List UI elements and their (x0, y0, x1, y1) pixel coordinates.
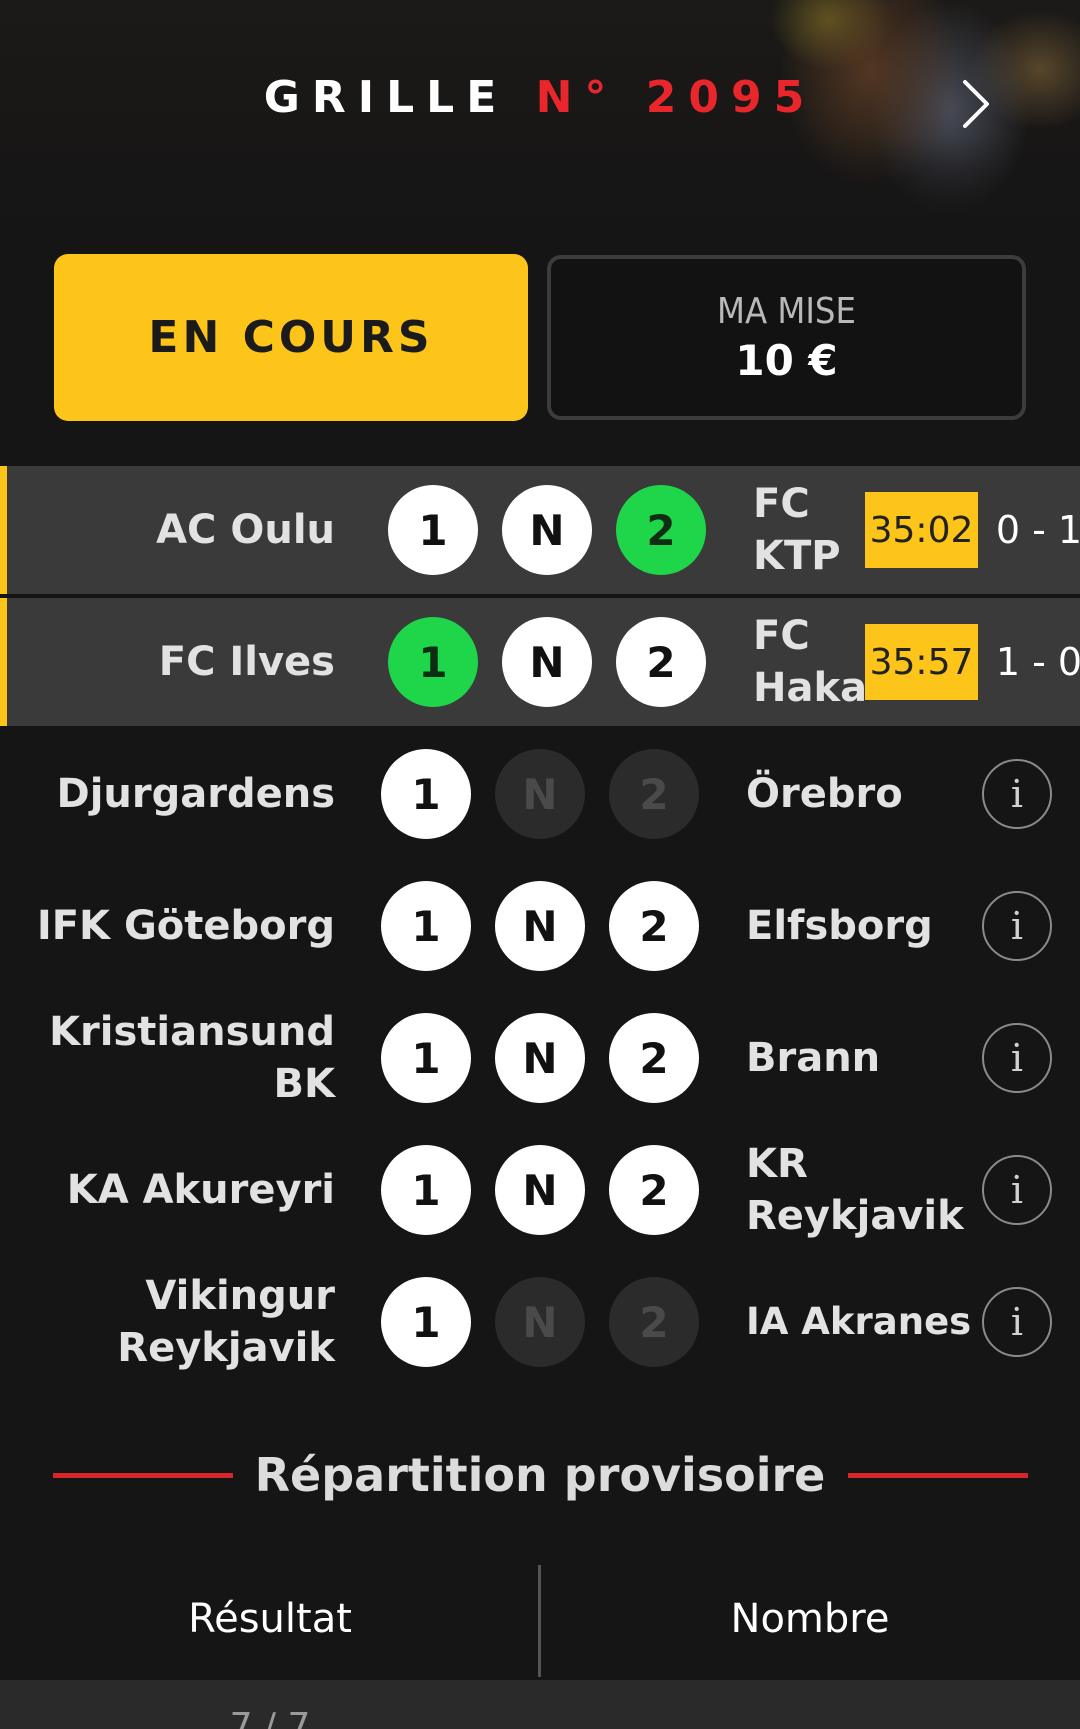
tab-en-cours[interactable]: EN COURS (54, 254, 528, 421)
mise-label: MA MISE (717, 290, 856, 332)
home-team: Djurgardens (56, 771, 335, 817)
column-header-count: Nombre (730, 1596, 890, 1642)
home-team: Kristiansund BK (49, 1009, 335, 1107)
pick-n-disabled: N (495, 1277, 585, 1367)
pick-1[interactable]: 1 (388, 485, 478, 575)
pick-1-selected[interactable]: 1 (388, 617, 478, 707)
match-row[interactable]: KA Akureyri 1 N 2 KR Reykjavik i (0, 1126, 1080, 1254)
tab-ma-mise[interactable]: MA MISE 10 € (547, 255, 1026, 420)
app-screen: GRILLE N° 2095 EN COURS MA MISE 10 € AC … (0, 0, 1080, 1729)
match-score: 0 - 1 (995, 508, 1080, 552)
tab-en-cours-label: EN COURS (148, 312, 434, 363)
match-row-live[interactable]: AC Oulu 1 N 2 FC KTP 35:02 0 - 1 (0, 466, 1080, 594)
pick-2[interactable]: 2 (609, 1145, 699, 1235)
match-timer: 35:02 (865, 492, 978, 568)
away-team: FC Haka (753, 613, 868, 711)
pick-2-disabled: 2 (609, 1277, 699, 1367)
divider-right (848, 1473, 1028, 1478)
match-row[interactable]: IFK Göteborg 1 N 2 Elfsborg i (0, 862, 1080, 990)
info-icon[interactable]: i (982, 891, 1052, 961)
away-team: Elfsborg (746, 903, 933, 949)
home-team: AC Oulu (156, 507, 335, 553)
pick-2[interactable]: 2 (616, 617, 706, 707)
away-team: IA Akranes (746, 1300, 972, 1343)
home-team: FC Ilves (158, 639, 335, 685)
pick-1[interactable]: 1 (381, 1145, 471, 1235)
result-cell: 7 / 7 (229, 1706, 311, 1729)
match-row[interactable]: Djurgardens 1 N 2 Örebro i (0, 730, 1080, 858)
match-row-live[interactable]: FC Ilves 1 N 2 FC Haka 35:57 1 - 0 (0, 598, 1080, 726)
pick-1[interactable]: 1 (381, 749, 471, 839)
away-team: Örebro (746, 771, 903, 817)
pick-n[interactable]: N (502, 485, 592, 575)
info-icon[interactable]: i (982, 1287, 1052, 1357)
home-team: IFK Göteborg (36, 903, 335, 949)
chevron-right-icon[interactable] (955, 78, 995, 130)
pick-n[interactable]: N (495, 1013, 585, 1103)
info-icon[interactable]: i (982, 759, 1052, 829)
divider-left (53, 1473, 233, 1478)
info-icon[interactable]: i (982, 1155, 1052, 1225)
pick-n-disabled: N (495, 749, 585, 839)
pick-n[interactable]: N (502, 617, 592, 707)
away-team: FC KTP (753, 481, 841, 579)
pick-1[interactable]: 1 (381, 1013, 471, 1103)
pick-2-disabled: 2 (609, 749, 699, 839)
grid-number: N° 2095 (535, 72, 817, 123)
title-prefix: GRILLE (263, 72, 509, 123)
match-row[interactable]: Kristiansund BK 1 N 2 Brann i (0, 994, 1080, 1122)
pick-2-selected[interactable]: 2 (616, 485, 706, 575)
match-score: 1 - 0 (995, 640, 1080, 684)
home-team: KA Akureyri (66, 1167, 335, 1213)
away-team: KR Reykjavik (746, 1141, 964, 1239)
pick-n[interactable]: N (495, 1145, 585, 1235)
match-row[interactable]: Vikingur Reykjavik 1 N 2 IA Akranes i (0, 1258, 1080, 1386)
pick-1[interactable]: 1 (381, 1277, 471, 1367)
pick-n[interactable]: N (495, 881, 585, 971)
header: GRILLE N° 2095 (0, 0, 1080, 240)
pick-1[interactable]: 1 (381, 881, 471, 971)
mise-value: 10 € (735, 335, 838, 385)
match-timer: 35:57 (865, 624, 978, 700)
section-title: Répartition provisoire (254, 1448, 826, 1502)
info-icon[interactable]: i (982, 1023, 1052, 1093)
page-title: GRILLE N° 2095 (0, 72, 1080, 123)
column-header-result: Résultat (188, 1596, 352, 1642)
pick-2[interactable]: 2 (609, 1013, 699, 1103)
away-team: Brann (746, 1035, 881, 1081)
table-row: 7 / 7 (0, 1680, 1080, 1729)
pick-2[interactable]: 2 (609, 881, 699, 971)
home-team: Vikingur Reykjavik (117, 1273, 335, 1371)
